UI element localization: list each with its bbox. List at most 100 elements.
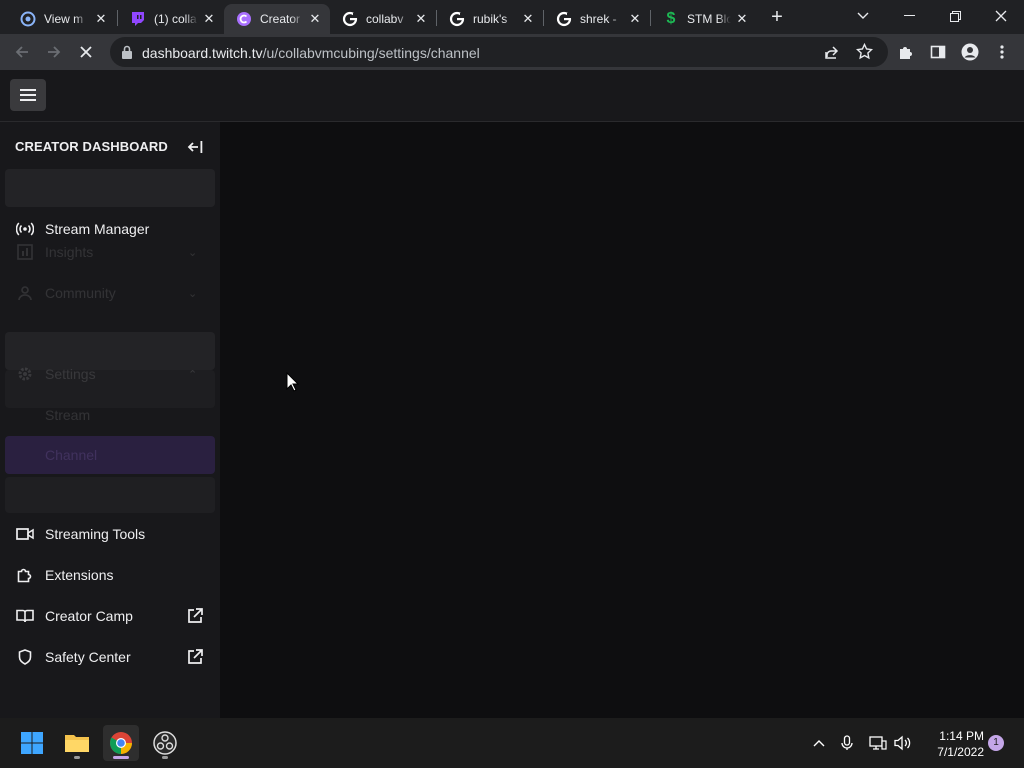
sidebar-item-label: Community: [45, 285, 116, 301]
browser-tab[interactable]: shrek - ✕: [544, 4, 650, 34]
sidebar-item-safety-center[interactable]: Safety Center: [0, 639, 220, 675]
google-icon: [556, 11, 572, 27]
sidebar-item-insights[interactable]: Insights ⌄: [0, 234, 220, 270]
sidebar-item-streaming-tools[interactable]: Streaming Tools: [0, 516, 220, 552]
chevron-down-icon: ⌄: [188, 287, 198, 300]
twitch-icon: [130, 11, 146, 27]
chrome-menu-icon[interactable]: [989, 39, 1015, 65]
browser-tab-strip: View m ✕ (1) colla ✕ Creator ✕ collabv ✕…: [0, 0, 1024, 34]
tab-search-icon[interactable]: [840, 0, 886, 32]
twitch-dashboard-icon: [236, 11, 252, 27]
shield-icon: [16, 648, 34, 666]
close-tab-icon[interactable]: ✕: [94, 12, 108, 26]
start-button[interactable]: [14, 725, 50, 761]
puzzle-icon: [16, 566, 34, 584]
minimize-button[interactable]: [886, 0, 932, 32]
browser-tab[interactable]: $ STM Blo ✕: [651, 4, 757, 34]
tab-title: rubik's: [473, 12, 508, 26]
browser-tab[interactable]: View m ✕: [8, 4, 116, 34]
side-panel-icon[interactable]: [925, 39, 951, 65]
clock-date: 7/1/2022: [937, 745, 984, 759]
taskbar-obs[interactable]: [147, 725, 183, 761]
notification-badge[interactable]: 1: [988, 735, 1004, 751]
taskbar-clock[interactable]: 1:14 PM 7/1/2022: [918, 728, 984, 760]
chevron-up-icon: ⌃: [188, 368, 198, 381]
stop-loading-button[interactable]: [73, 39, 99, 65]
restore-button[interactable]: [932, 0, 978, 32]
chrome-settings-icon: [20, 11, 36, 27]
sidebar-item-label: Insights: [45, 244, 94, 260]
close-tab-icon[interactable]: ✕: [202, 12, 216, 26]
insights-icon: [16, 243, 34, 261]
hamburger-menu-button[interactable]: [10, 79, 46, 111]
url-host: dashboard.twitch.tv: [142, 45, 263, 61]
sidebar-item-label: Safety Center: [45, 649, 131, 665]
external-link-icon: [186, 648, 204, 666]
sidebar-item-settings[interactable]: Settings ⌃: [0, 356, 220, 392]
url-path: /u/collabvmcubing/settings/channel: [262, 45, 480, 61]
sidebar-item-label: Creator Camp: [45, 608, 133, 624]
close-tab-icon[interactable]: ✕: [308, 12, 322, 26]
profile-icon[interactable]: [957, 39, 983, 65]
clock-time: 1:14 PM: [939, 729, 984, 743]
sidebar-item-extensions[interactable]: Extensions: [0, 557, 220, 593]
close-tab-icon[interactable]: ✕: [521, 12, 535, 26]
collapse-sidebar-icon[interactable]: [186, 138, 204, 156]
tab-title: Creator: [260, 12, 301, 26]
close-tab-icon[interactable]: ✕: [414, 12, 428, 26]
sidebar-item-label: Streaming Tools: [45, 526, 146, 542]
microphone-icon[interactable]: [837, 733, 857, 753]
taskbar-chrome[interactable]: [103, 725, 139, 761]
loading-placeholder: [5, 477, 215, 513]
community-icon: [16, 284, 34, 302]
chrome-icon: [110, 732, 132, 754]
sidebar-subitem-stream[interactable]: Stream: [5, 396, 215, 434]
chevron-down-icon: ⌄: [188, 246, 198, 259]
dollar-icon: $: [666, 10, 676, 27]
extensions-puzzle-icon[interactable]: [893, 39, 919, 65]
close-tab-icon[interactable]: ✕: [735, 12, 749, 26]
new-tab-button[interactable]: +: [766, 6, 788, 28]
back-button[interactable]: [9, 39, 35, 65]
browser-tab[interactable]: collabv ✕: [330, 4, 436, 34]
gear-icon: [16, 365, 34, 383]
camera-icon: [16, 525, 34, 543]
sidebar-subitem-label: Channel: [45, 447, 98, 463]
sidebar-item-creator-camp[interactable]: Creator Camp: [0, 598, 220, 634]
share-icon[interactable]: [824, 44, 840, 65]
folder-icon: [65, 735, 89, 752]
volume-icon[interactable]: [893, 733, 913, 753]
bookmark-star-icon[interactable]: [855, 42, 874, 65]
external-link-icon: [186, 607, 204, 625]
main-content-area: [220, 122, 1024, 718]
network-icon[interactable]: [868, 733, 888, 753]
tab-title: (1) colla: [154, 12, 197, 26]
sidebar-title: CREATOR DASHBOARD: [15, 139, 168, 154]
loading-placeholder: [5, 169, 215, 207]
hamburger-icon: [20, 89, 36, 101]
url-text: dashboard.twitch.tv/u/collabvmcubing/set…: [142, 45, 480, 61]
sidebar-subitem-label: Stream: [45, 407, 91, 423]
close-window-button[interactable]: [978, 0, 1024, 32]
tab-title: collabv: [366, 12, 404, 26]
sidebar-subitem-channel[interactable]: Channel: [5, 436, 215, 474]
close-tab-icon[interactable]: ✕: [628, 12, 642, 26]
show-hidden-icons-chevron-up-icon[interactable]: [809, 733, 829, 753]
lock-icon[interactable]: [121, 45, 133, 64]
sidebar-item-community[interactable]: Community ⌄: [0, 275, 220, 311]
forward-button[interactable]: [41, 39, 67, 65]
address-bar[interactable]: dashboard.twitch.tv/u/collabvmcubing/set…: [110, 37, 888, 67]
browser-tab-active[interactable]: Creator ✕: [224, 4, 330, 34]
sidebar-item-label: Settings: [45, 366, 96, 382]
taskbar-file-explorer[interactable]: [59, 725, 95, 761]
sidebar-item-label: Extensions: [45, 567, 114, 583]
dashboard-top-nav: [0, 70, 1024, 122]
mouse-cursor-icon: [286, 372, 300, 392]
browser-tab[interactable]: (1) colla ✕: [118, 4, 224, 34]
browser-toolbar: dashboard.twitch.tv/u/collabvmcubing/set…: [0, 34, 1024, 70]
book-icon: [16, 607, 34, 625]
tab-title: View m: [44, 12, 84, 26]
windows-logo-icon: [21, 732, 43, 754]
browser-tab[interactable]: rubik's ✕: [437, 4, 543, 34]
obs-icon: [153, 731, 177, 755]
